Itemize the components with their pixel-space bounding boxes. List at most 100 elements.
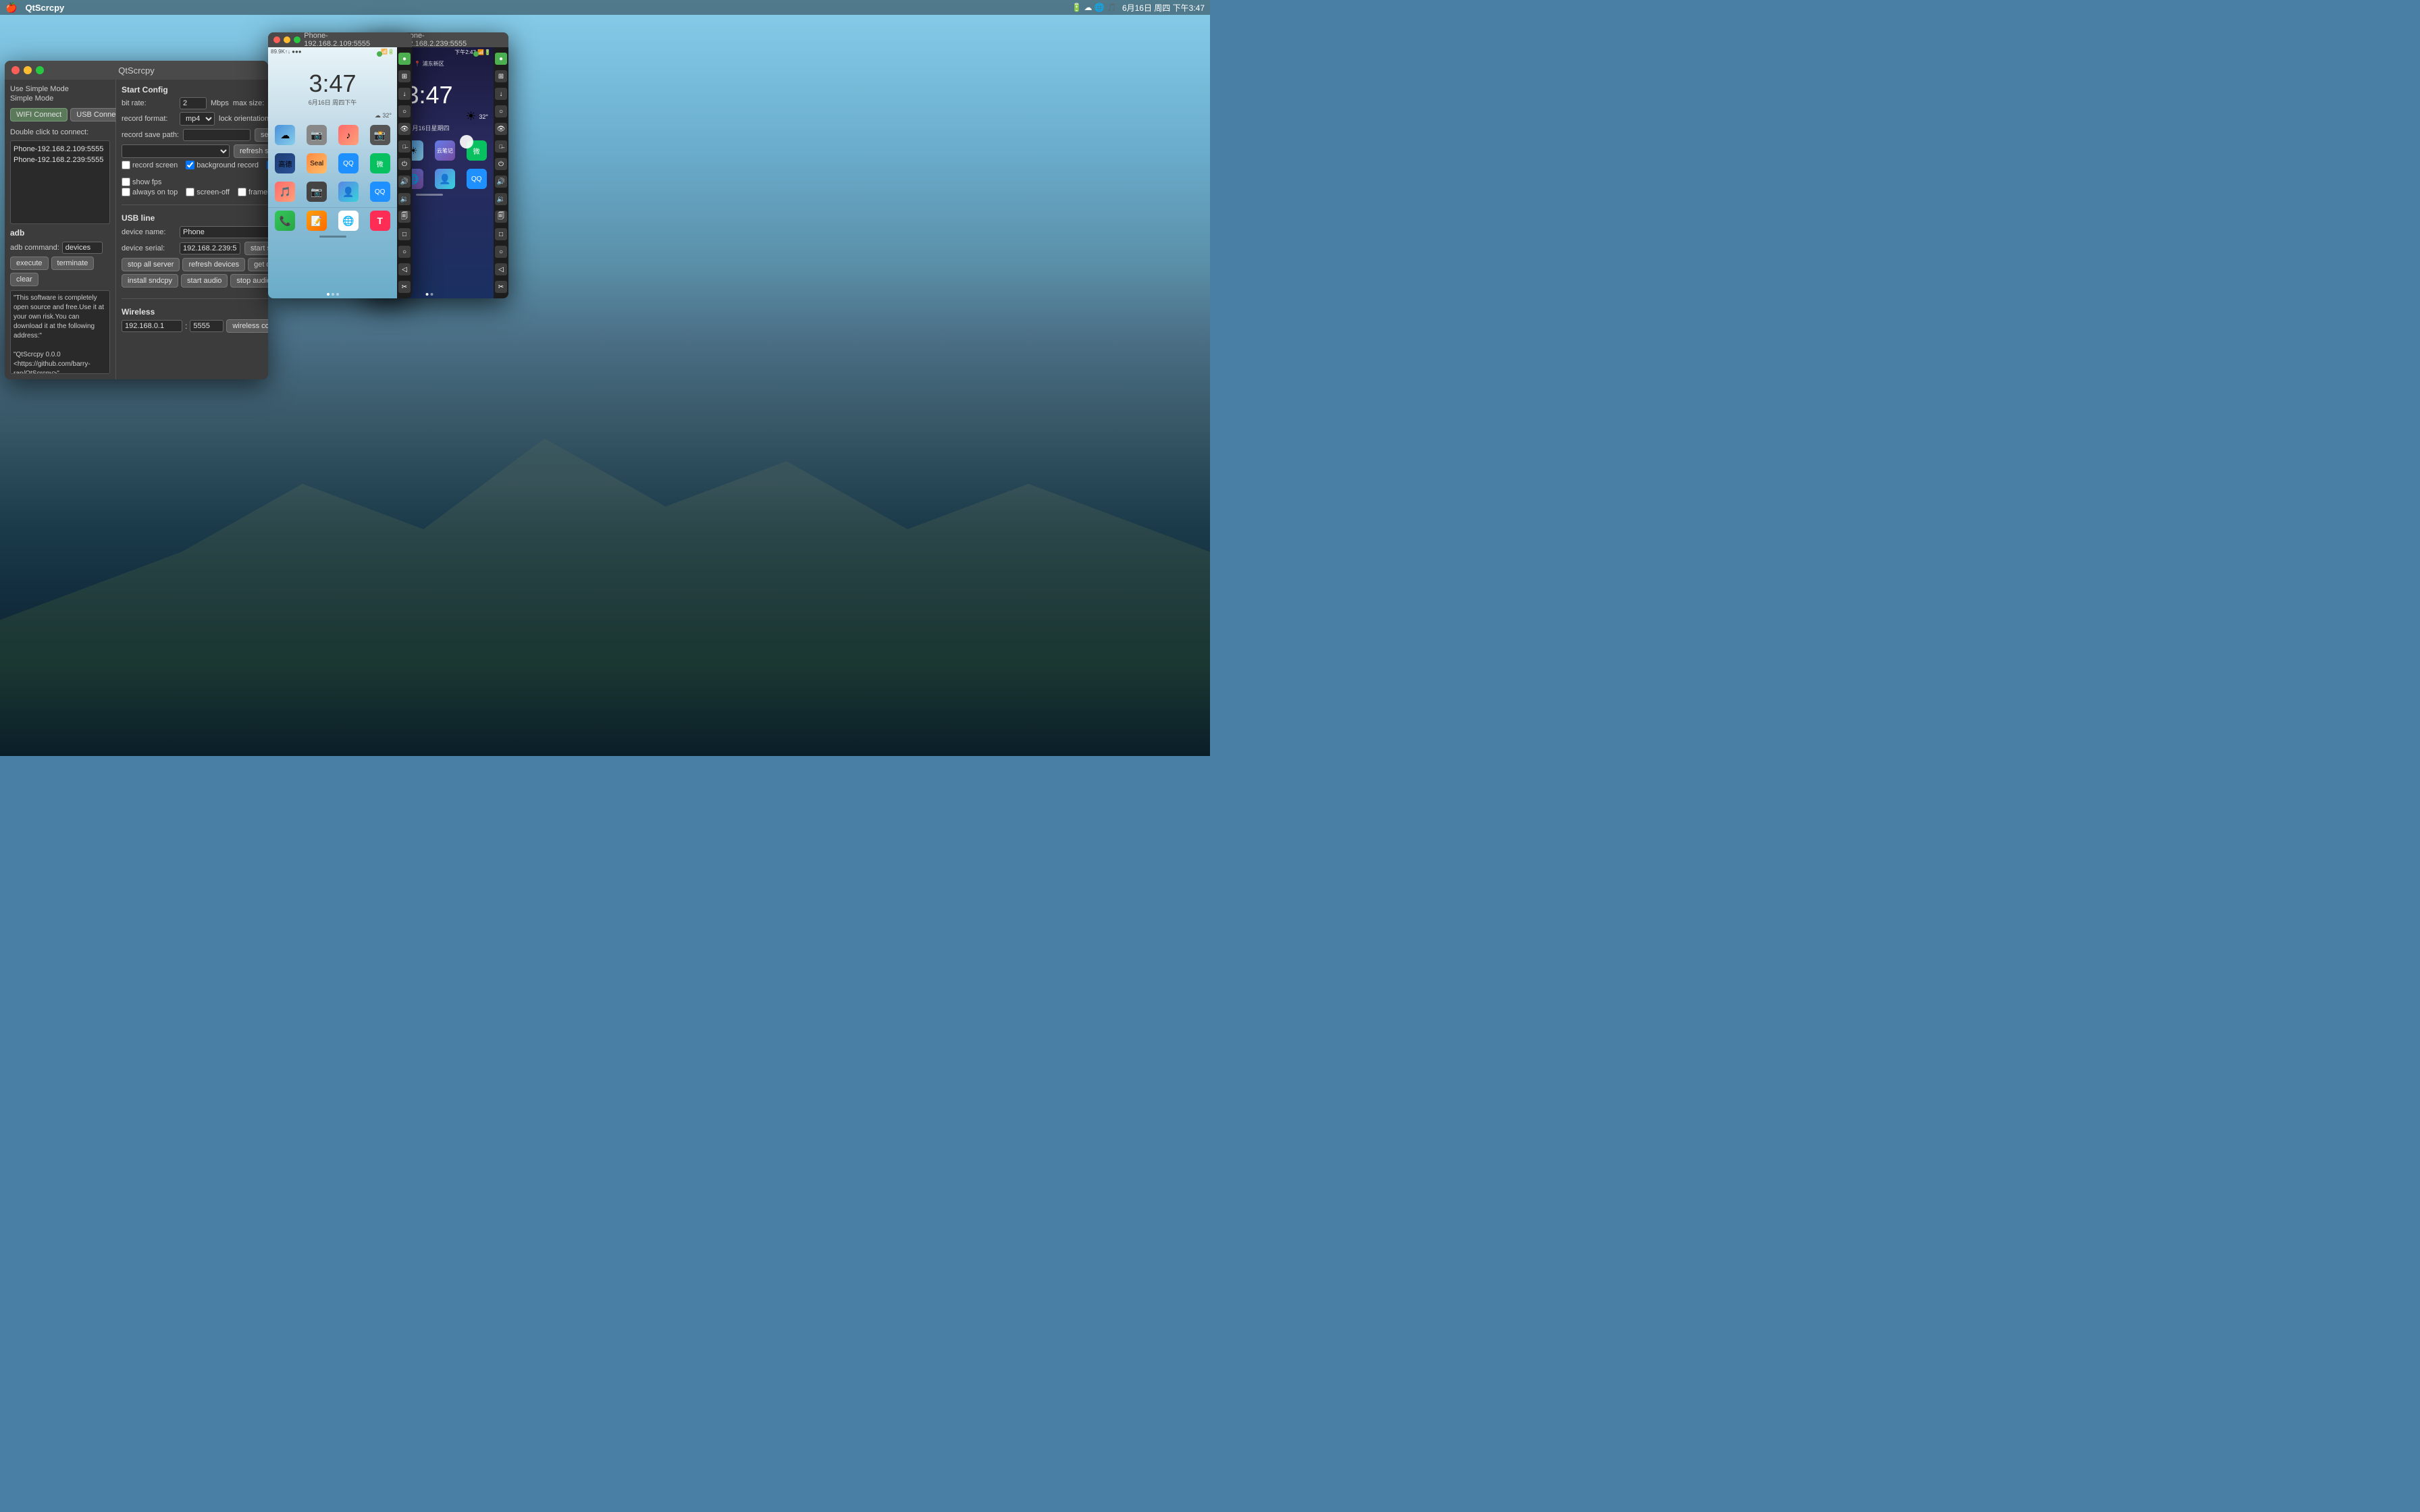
app-phone-1[interactable]: 📞 bbox=[275, 211, 295, 231]
start-audio-button[interactable]: start audio bbox=[181, 274, 228, 288]
phone-1-status-dots bbox=[377, 51, 382, 57]
sidebar-btn-record-2[interactable]: ○ bbox=[495, 105, 507, 117]
always-on-top-checkbox[interactable] bbox=[122, 188, 130, 196]
device-name-input[interactable] bbox=[180, 226, 268, 238]
app-map-1[interactable]: 高德 bbox=[275, 153, 295, 173]
phone-2-home-indicator[interactable] bbox=[416, 194, 443, 196]
script-select[interactable] bbox=[122, 144, 230, 158]
device-item-2[interactable]: Phone-192.168.2.239:5555 bbox=[14, 155, 107, 165]
execute-button[interactable]: execute bbox=[10, 256, 49, 270]
wireless-connect-button[interactable]: wireless connect bbox=[226, 319, 268, 333]
record-screen-checkbox-item[interactable]: record screen bbox=[122, 161, 178, 169]
sidebar-btn-visible-2[interactable]: 👁 bbox=[495, 123, 507, 135]
app-qq-2[interactable]: QQ bbox=[370, 182, 390, 202]
show-fps-checkbox-item[interactable]: show fps bbox=[122, 178, 161, 186]
sidebar-btn-power-1[interactable]: ● bbox=[398, 53, 411, 65]
sidebar-btn-cut-1[interactable]: ✂ bbox=[398, 281, 411, 293]
phone-1-app-grid-1: ☁ 📷 ♪ 📸 bbox=[268, 122, 397, 148]
frameless-checkbox-item[interactable]: frameless bbox=[238, 188, 268, 196]
show-fps-label: show fps bbox=[132, 178, 161, 186]
background-record-checkbox-item[interactable]: background record bbox=[186, 161, 259, 169]
wireless-port-input[interactable] bbox=[190, 320, 223, 332]
app-music-2[interactable]: 🎵 bbox=[275, 182, 295, 202]
app-wechat-1[interactable]: 微 bbox=[370, 153, 390, 173]
app-toutiao-1[interactable]: T bbox=[370, 211, 390, 231]
app-qq-1[interactable]: QQ bbox=[338, 153, 359, 173]
sidebar-btn-clipboard-2[interactable]: 🗐 bbox=[495, 211, 507, 223]
sidebar-btn-hidden-1[interactable]: 👁̶ bbox=[398, 140, 411, 153]
phone2-app-notes[interactable]: 云笔记 bbox=[435, 140, 455, 161]
save-path-input[interactable] bbox=[183, 129, 251, 141]
stop-all-server-button[interactable]: stop all server bbox=[122, 258, 180, 271]
stop-audio-button[interactable]: stop audio bbox=[230, 274, 268, 288]
app-seal-1[interactable]: Seal bbox=[307, 153, 327, 173]
background-record-checkbox[interactable] bbox=[186, 161, 194, 169]
sidebar-btn-cut-2[interactable]: ✂ bbox=[495, 281, 507, 293]
app-chrome-1[interactable]: 🌐 bbox=[338, 211, 359, 231]
refresh-devices-button[interactable]: refresh devices bbox=[182, 258, 245, 271]
install-sndcpy-button[interactable]: install sndcpy bbox=[122, 274, 178, 288]
bitrate-input[interactable] bbox=[180, 97, 207, 109]
sidebar-btn-square-2[interactable]: □ bbox=[495, 228, 507, 240]
phone-1-green-dot bbox=[377, 51, 382, 57]
sidebar-btn-record-1[interactable]: ○ bbox=[398, 105, 411, 117]
sidebar-btn-vol-up-1[interactable]: 🔊 bbox=[398, 176, 411, 188]
phone-1-sidebar: ● ⊞ ↓ ○ 👁 👁̶ ⏻ 🔊 🔉 🗐 □ ○ ◁ ✂ bbox=[397, 47, 412, 298]
app-camera-2[interactable]: 📷 bbox=[307, 182, 327, 202]
sidebar-btn-fullscreen-1[interactable]: ⊞ bbox=[398, 70, 411, 82]
wifi-connect-button[interactable]: WIFI Connect bbox=[10, 108, 68, 122]
screen-off-checkbox[interactable] bbox=[186, 188, 194, 196]
record-format-select[interactable]: mp4 mkv bbox=[180, 112, 215, 126]
get-device-ip-button[interactable]: get device IP bbox=[248, 258, 268, 271]
device-serial-input[interactable] bbox=[180, 242, 240, 254]
frameless-checkbox[interactable] bbox=[238, 188, 246, 196]
sidebar-btn-vol-down-2[interactable]: 🔉 bbox=[495, 193, 507, 205]
sidebar-btn-back-1[interactable]: ◁ bbox=[398, 263, 411, 275]
sidebar-btn-expand-1[interactable]: ↓ bbox=[398, 88, 411, 100]
app-music-1[interactable]: ♪ bbox=[338, 125, 359, 145]
sidebar-btn-circle-2[interactable]: ○ bbox=[495, 246, 507, 258]
sidebar-btn-power-2[interactable]: ● bbox=[495, 53, 507, 65]
sidebar-btn-fullscreen-2[interactable]: ⊞ bbox=[495, 70, 507, 82]
app-album-1[interactable]: 📷 bbox=[307, 125, 327, 145]
terminate-button[interactable]: terminate bbox=[51, 256, 95, 270]
sidebar-btn-shutdown-2[interactable]: ⏻ bbox=[495, 158, 507, 170]
phone-1-minimize[interactable] bbox=[284, 36, 290, 43]
sidebar-btn-vol-down-1[interactable]: 🔉 bbox=[398, 193, 411, 205]
sidebar-btn-vol-up-2[interactable]: 🔊 bbox=[495, 176, 507, 188]
sidebar-btn-expand-2[interactable]: ↓ bbox=[495, 88, 507, 100]
start-server-button[interactable]: start server bbox=[244, 242, 268, 255]
record-format-row: record format: mp4 mkv lock orientation:… bbox=[122, 112, 268, 126]
app-weather-1[interactable]: ☁ bbox=[275, 125, 295, 145]
phone-1-weather: ☁ 32° bbox=[268, 112, 397, 119]
sidebar-btn-clipboard-1[interactable]: 🗐 bbox=[398, 211, 411, 223]
always-on-top-checkbox-item[interactable]: always on top bbox=[122, 188, 178, 196]
minimize-button[interactable] bbox=[24, 66, 32, 74]
screen-off-checkbox-item[interactable]: screen-off bbox=[186, 188, 230, 196]
close-button[interactable] bbox=[11, 66, 20, 74]
sidebar-btn-visible-1[interactable]: 👁 bbox=[398, 123, 411, 135]
sidebar-btn-hidden-2[interactable]: 👁̶ bbox=[495, 140, 507, 153]
wireless-ip-input[interactable] bbox=[122, 320, 182, 332]
adb-command-input[interactable] bbox=[62, 242, 103, 254]
sidebar-btn-square-1[interactable]: □ bbox=[398, 228, 411, 240]
record-screen-checkbox[interactable] bbox=[122, 161, 130, 169]
phone-1-home-indicator[interactable] bbox=[319, 236, 346, 238]
app-notes-1[interactable]: 📝 bbox=[307, 211, 327, 231]
phone2-app-qq[interactable]: QQ bbox=[467, 169, 487, 189]
device-item-1[interactable]: Phone-192.168.2.109:5555 bbox=[14, 144, 107, 155]
select-path-button[interactable]: select path bbox=[255, 128, 268, 142]
clear-button[interactable]: clear bbox=[10, 273, 38, 286]
phone-1-close[interactable] bbox=[273, 36, 280, 43]
sidebar-btn-shutdown-1[interactable]: ⏻ bbox=[398, 158, 411, 170]
phone-1-content: 89.9K↑↓ ●●● 📶🔋 3:47 6月16日 周四下午 ☁ 32° ☁ 📷… bbox=[268, 47, 412, 298]
show-fps-checkbox[interactable] bbox=[122, 178, 130, 186]
phone2-app-contacts[interactable]: 👤 bbox=[435, 169, 455, 189]
phone-1-maximize[interactable] bbox=[294, 36, 300, 43]
app-camera-1[interactable]: 📸 bbox=[370, 125, 390, 145]
refresh-script-button[interactable]: refresh script bbox=[234, 144, 268, 158]
app-contacts-1[interactable]: 👤 bbox=[338, 182, 359, 202]
sidebar-btn-back-2[interactable]: ◁ bbox=[495, 263, 507, 275]
sidebar-btn-circle-1[interactable]: ○ bbox=[398, 246, 411, 258]
maximize-button[interactable] bbox=[36, 66, 44, 74]
